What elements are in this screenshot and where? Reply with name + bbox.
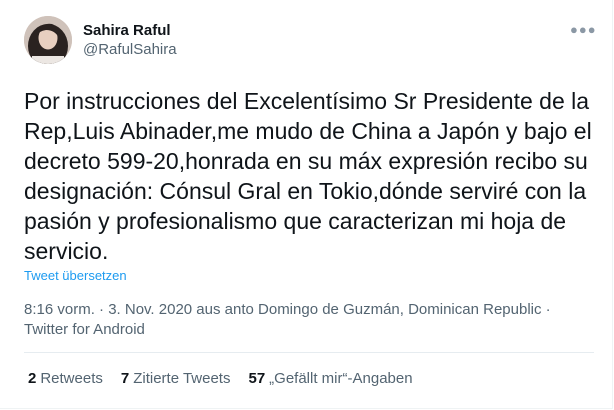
quotes-stat[interactable]: 7 Zitierte Tweets [121,370,231,387]
tweet-meta: 8:16 vorm. · 3. Nov. 2020 aus anto Domin… [24,300,594,340]
display-name[interactable]: Sahira Raful [83,22,177,40]
translate-tweet-link[interactable]: Tweet übersetzen [24,268,127,283]
retweets-label: Retweets [40,370,103,387]
retweets-count: 2 [28,370,37,387]
likes-stat[interactable]: 57 „Gefällt mir“-Angaben [248,370,412,387]
likes-count: 57 [248,370,266,387]
quotes-label: Zitierte Tweets [133,370,231,387]
tweet-card: Sahira Raful @RafulSahira ●●● Por instru… [0,0,613,409]
divider [24,352,594,353]
tweet-text: Por instrucciones del Excelentísimo Sr P… [24,88,592,264]
user-handle[interactable]: @RafulSahira [83,40,177,60]
likes-label: „Gefällt mir“-Angaben [269,370,413,387]
tweet-source[interactable]: Twitter for Android [24,320,594,340]
avatar[interactable] [24,16,72,64]
quotes-count: 7 [120,370,130,387]
tweet-timestamp-location[interactable]: 8:16 vorm. · 3. Nov. 2020 aus anto Domin… [24,300,594,320]
user-names: Sahira Raful @RafulSahira [83,22,177,60]
more-options-icon[interactable]: ●●● [570,22,596,40]
tweet-header: Sahira Raful @RafulSahira ●●● [24,16,596,66]
tweet-stats: 2 Retweets 7 Zitierte Tweets 57 „Gefällt mi… [28,370,413,387]
retweets-stat[interactable]: 2 Retweets [28,370,103,387]
